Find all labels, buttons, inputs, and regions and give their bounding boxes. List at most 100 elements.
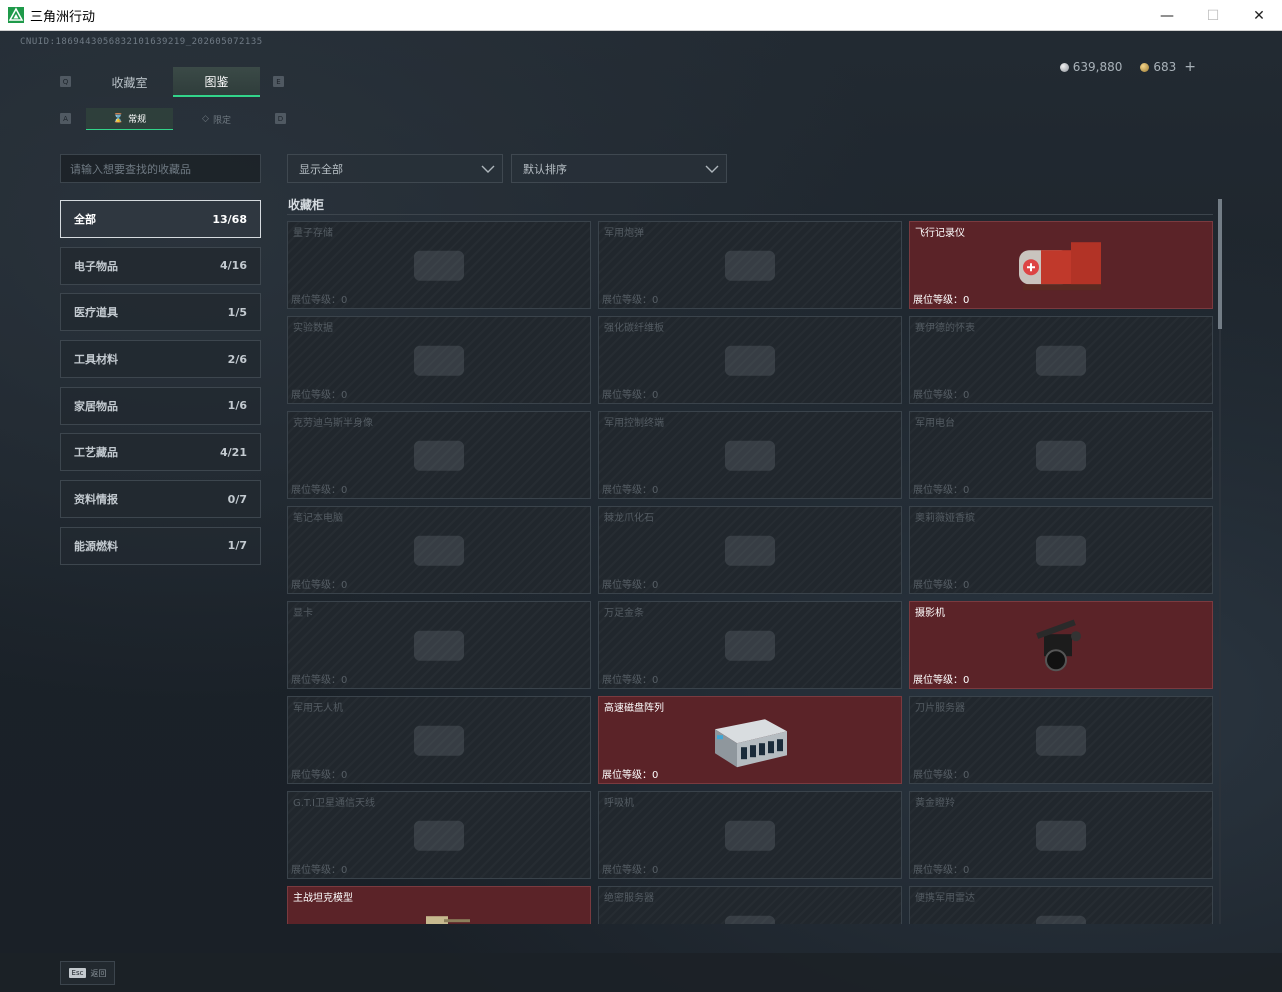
tab-regular[interactable]: ⌛ 常规 [86, 108, 173, 130]
key-a-hint: A [60, 113, 71, 124]
category-count: 2/6 [227, 352, 247, 366]
collection-card-level: 展位等级：0 [291, 580, 348, 591]
game-viewport: CNUID:1869443056832101639219_20260507213… [0, 31, 1282, 992]
collection-card-name: 黄金瞪羚 [915, 798, 955, 809]
uid-text: CNUID:1869443056832101639219_20260507213… [20, 37, 263, 47]
collection-card-level: 展位等级：0 [291, 675, 348, 686]
category-count: 1/5 [227, 305, 247, 319]
collection-card[interactable]: 高速磁盘阵列 展位等级：0 [598, 696, 902, 784]
window-title: 三角洲行动 [30, 9, 96, 25]
category-all[interactable]: 全部 13/68 [60, 200, 261, 238]
collection-card[interactable]: 奥莉薇娅香槟 展位等级：0 [909, 506, 1213, 594]
bust-icon [404, 431, 474, 485]
collection-card[interactable]: 主战坦克模型展位等级：0 [287, 886, 591, 924]
collection-card-name: 强化碳纤维板 [604, 323, 664, 334]
collection-card-level: 展位等级：0 [913, 295, 970, 306]
collection-card[interactable]: 黄金瞪羚 展位等级：0 [909, 791, 1213, 879]
collection-card-name: 军用无人机 [293, 703, 343, 714]
bottle-icon [1026, 526, 1096, 580]
collection-card-level: 展位等级：0 [602, 865, 659, 876]
collection-card-level: 展位等级：0 [602, 770, 659, 781]
collection-card-name: 赛伊德的怀表 [915, 323, 975, 334]
tab-regular-label: 常规 [128, 115, 147, 125]
currency-bar: 639,880 683 + [1059, 59, 1196, 75]
collection-card-level: 展位等级：0 [913, 675, 970, 686]
sort-dropdown[interactable]: 默认排序 [511, 154, 727, 183]
collection-card[interactable]: 军用电台 展位等级：0 [909, 411, 1213, 499]
collection-card[interactable]: 刀片服务器 展位等级：0 [909, 696, 1213, 784]
fossil-icon [715, 526, 785, 580]
tab-catalog[interactable]: 图鉴 [173, 67, 260, 97]
collection-card-name: 呼吸机 [604, 798, 634, 809]
search-input[interactable]: 请输入想要查找的收藏品 [60, 154, 261, 183]
collection-card-name: 克劳迪乌斯半身像 [293, 418, 373, 429]
collection-card-name: 笔记本电脑 [293, 513, 343, 524]
category-label: 资料情报 [74, 493, 118, 507]
category-label: 家居物品 [74, 399, 118, 413]
collection-card-level: 展位等级：0 [602, 580, 659, 591]
collection-card-name: 军用炮弹 [604, 228, 644, 239]
collection-card[interactable]: 强化碳纤维板 展位等级：0 [598, 316, 902, 404]
hourglass-icon: ⌛ [112, 113, 125, 124]
category-label: 全部 [74, 213, 96, 226]
category-label: 电子物品 [74, 259, 118, 273]
drone-icon [404, 716, 474, 770]
filter-dropdown[interactable]: 显示全部 [287, 154, 503, 183]
collection-card[interactable]: 克劳迪乌斯半身像 展位等级：0 [287, 411, 591, 499]
category-crafts[interactable]: 工艺藏品 4/21 [60, 433, 261, 472]
category-household[interactable]: 家居物品 1/6 [60, 386, 261, 425]
collection-card[interactable]: 军用炮弹 展位等级：0 [598, 221, 902, 309]
blade-server-icon [1026, 716, 1096, 770]
category-energy[interactable]: 能源燃料 1/7 [60, 526, 261, 565]
section-title: 收藏柜 [288, 198, 325, 212]
category-count: 1/6 [227, 399, 247, 413]
collection-card[interactable]: 飞行记录仪展位等级：0 [909, 221, 1213, 309]
collection-card[interactable]: 棘龙爪化石 展位等级：0 [598, 506, 902, 594]
gold-amount: 683 [1153, 60, 1177, 74]
server-icon [715, 906, 785, 924]
category-label: 能源燃料 [74, 539, 118, 553]
back-button[interactable]: Esc 返回 [60, 961, 115, 985]
section-divider [287, 214, 1213, 215]
maximize-button[interactable]: ☐ [1190, 0, 1236, 31]
panel-icon [715, 336, 785, 390]
key-d-hint: D [275, 113, 286, 124]
window-titlebar: 三角洲行动 — ☐ ✕ [0, 0, 1282, 31]
category-tools[interactable]: 工具材料 2/6 [60, 340, 261, 379]
collection-card[interactable]: 军用无人机 展位等级：0 [287, 696, 591, 784]
scrollbar-thumb[interactable] [1218, 199, 1222, 329]
collection-card-name: 刀片服务器 [915, 703, 965, 714]
collection-card-level: 展位等级：0 [291, 390, 348, 401]
category-electronics[interactable]: 电子物品 4/16 [60, 246, 261, 285]
collection-card[interactable]: 显卡 展位等级：0 [287, 601, 591, 689]
collection-card[interactable]: 实验数据 展位等级：0 [287, 316, 591, 404]
collection-card-name: 飞行记录仪 [915, 228, 965, 239]
collection-card-name: 便携军用雷达 [915, 893, 975, 904]
category-intel[interactable]: 资料情报 0/7 [60, 480, 261, 519]
collection-card[interactable]: G.T.I卫星通信天线 展位等级：0 [287, 791, 591, 879]
collection-card[interactable]: 军用控制终端 展位等级：0 [598, 411, 902, 499]
minimize-button[interactable]: — [1144, 0, 1190, 31]
collection-card[interactable]: 摄影机 展位等级：0 [909, 601, 1213, 689]
add-currency-button[interactable]: + [1184, 59, 1196, 75]
close-button[interactable]: ✕ [1236, 0, 1282, 31]
tab-limited[interactable]: ◇ 限定 [173, 108, 260, 130]
shell-icon [715, 241, 785, 295]
filter-dropdown-value: 显示全部 [299, 162, 343, 176]
collection-card[interactable]: 赛伊德的怀表 展位等级：0 [909, 316, 1213, 404]
collection-card-level: 展位等级：0 [913, 390, 970, 401]
category-medical[interactable]: 医疗道具 1/5 [60, 293, 261, 332]
bottom-bar [0, 953, 1282, 992]
tab-collection-room[interactable]: 收藏室 [86, 67, 173, 97]
collection-card[interactable]: 万足金条 展位等级：0 [598, 601, 902, 689]
collection-card-level: 展位等级：0 [602, 390, 659, 401]
collection-card-name: 军用电台 [915, 418, 955, 429]
collection-card[interactable]: 量子存储 展位等级：0 [287, 221, 591, 309]
sort-dropdown-value: 默认排序 [523, 162, 567, 176]
category-list: 全部 13/68 电子物品 4/16 医疗道具 1/5 工具材料 2/6 家居物… [60, 200, 261, 574]
collection-card[interactable]: 便携军用雷达展位等级：0 [909, 886, 1213, 924]
collection-card[interactable]: 笔记本电脑展位等级：0 [287, 506, 591, 594]
back-label: 返回 [90, 968, 107, 978]
collection-card[interactable]: 呼吸机展位等级：0 [598, 791, 902, 879]
collection-card[interactable]: 绝密服务器展位等级：0 [598, 886, 902, 924]
